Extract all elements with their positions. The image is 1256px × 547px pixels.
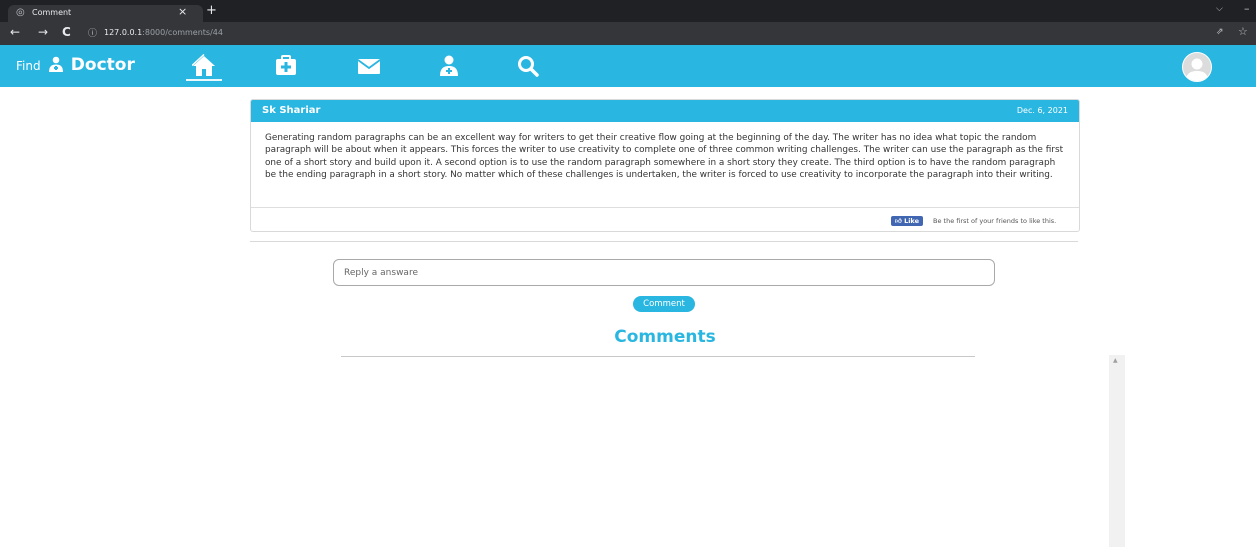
- window-minimize-icon[interactable]: –: [1244, 2, 1250, 15]
- browser-toolbar: ← → C ⓘ 127.0.0.1:8000/comments/44 ⇗ ☆: [0, 22, 1256, 45]
- tab-search-chevron-icon[interactable]: ⌵: [1216, 4, 1223, 14]
- facebook-like-button[interactable]: 👍︎ Like: [891, 216, 923, 226]
- home-icon[interactable]: [192, 54, 216, 78]
- share-icon[interactable]: ⇗: [1216, 27, 1224, 37]
- user-group-icon[interactable]: [437, 54, 461, 78]
- new-tab-button[interactable]: +: [206, 3, 217, 18]
- site-navbar: Find Doctor Sign in a: [0, 45, 1256, 115]
- url-path: :8000/comments/44: [142, 28, 223, 37]
- sign-in-link[interactable]: Sign in a: [1216, 104, 1256, 115]
- brand-find: Find: [16, 59, 41, 73]
- brand-doctor: Doctor: [70, 55, 135, 75]
- doctor-icon: [48, 56, 63, 72]
- search-icon[interactable]: [516, 54, 540, 78]
- bookmark-star-icon[interactable]: ☆: [1238, 25, 1248, 38]
- facebook-like-label: Like: [904, 217, 919, 225]
- post-author[interactable]: Sk Shariar: [262, 105, 320, 116]
- url-text: 127.0.0.1:8000/comments/44: [104, 28, 223, 37]
- comment-button[interactable]: Comment: [633, 296, 695, 312]
- envelope-icon[interactable]: [357, 54, 381, 78]
- tab-close-icon[interactable]: ×: [178, 5, 187, 18]
- tab-title: Comment: [32, 8, 72, 17]
- globe-icon: ◎: [16, 7, 25, 18]
- reload-icon[interactable]: C: [62, 25, 71, 39]
- forward-arrow-icon[interactable]: →: [38, 25, 48, 39]
- medical-kit-icon[interactable]: [274, 54, 298, 78]
- scroll-up-arrow-icon[interactable]: ▲: [1113, 357, 1118, 364]
- post-header: Sk Shariar Dec. 6, 2021: [251, 100, 1079, 122]
- divider: [341, 356, 975, 357]
- divider: [250, 241, 1078, 242]
- browser-tab-bar: ◎ Comment × + ⌵ –: [0, 0, 1256, 22]
- brand-logo[interactable]: Find Doctor: [16, 55, 135, 75]
- post-date: Dec. 6, 2021: [1016, 106, 1068, 115]
- post-body: Generating random paragraphs can be an e…: [265, 133, 1064, 181]
- url-host: 127.0.0.1: [104, 28, 143, 37]
- comments-heading: Comments: [614, 327, 716, 347]
- thumbs-up-icon: 👍︎: [895, 217, 902, 225]
- user-avatar-icon: [1186, 58, 1208, 81]
- post-card: Sk Shariar Dec. 6, 2021 Generating rando…: [250, 99, 1080, 232]
- active-nav-underline: [186, 79, 222, 81]
- site-info-icon[interactable]: ⓘ: [88, 26, 97, 39]
- address-bar[interactable]: ⓘ 127.0.0.1:8000/comments/44: [80, 24, 1210, 42]
- back-arrow-icon[interactable]: ←: [10, 25, 20, 39]
- reply-input[interactable]: [333, 259, 995, 286]
- browser-tab[interactable]: ◎ Comment ×: [8, 5, 203, 22]
- avatar[interactable]: [1182, 52, 1212, 82]
- post-footer: 👍︎ Like Be the first of your friends to …: [251, 207, 1079, 231]
- facebook-like-text: Be the first of your friends to like thi…: [933, 217, 1057, 225]
- scrollbar[interactable]: ▲: [1109, 355, 1125, 547]
